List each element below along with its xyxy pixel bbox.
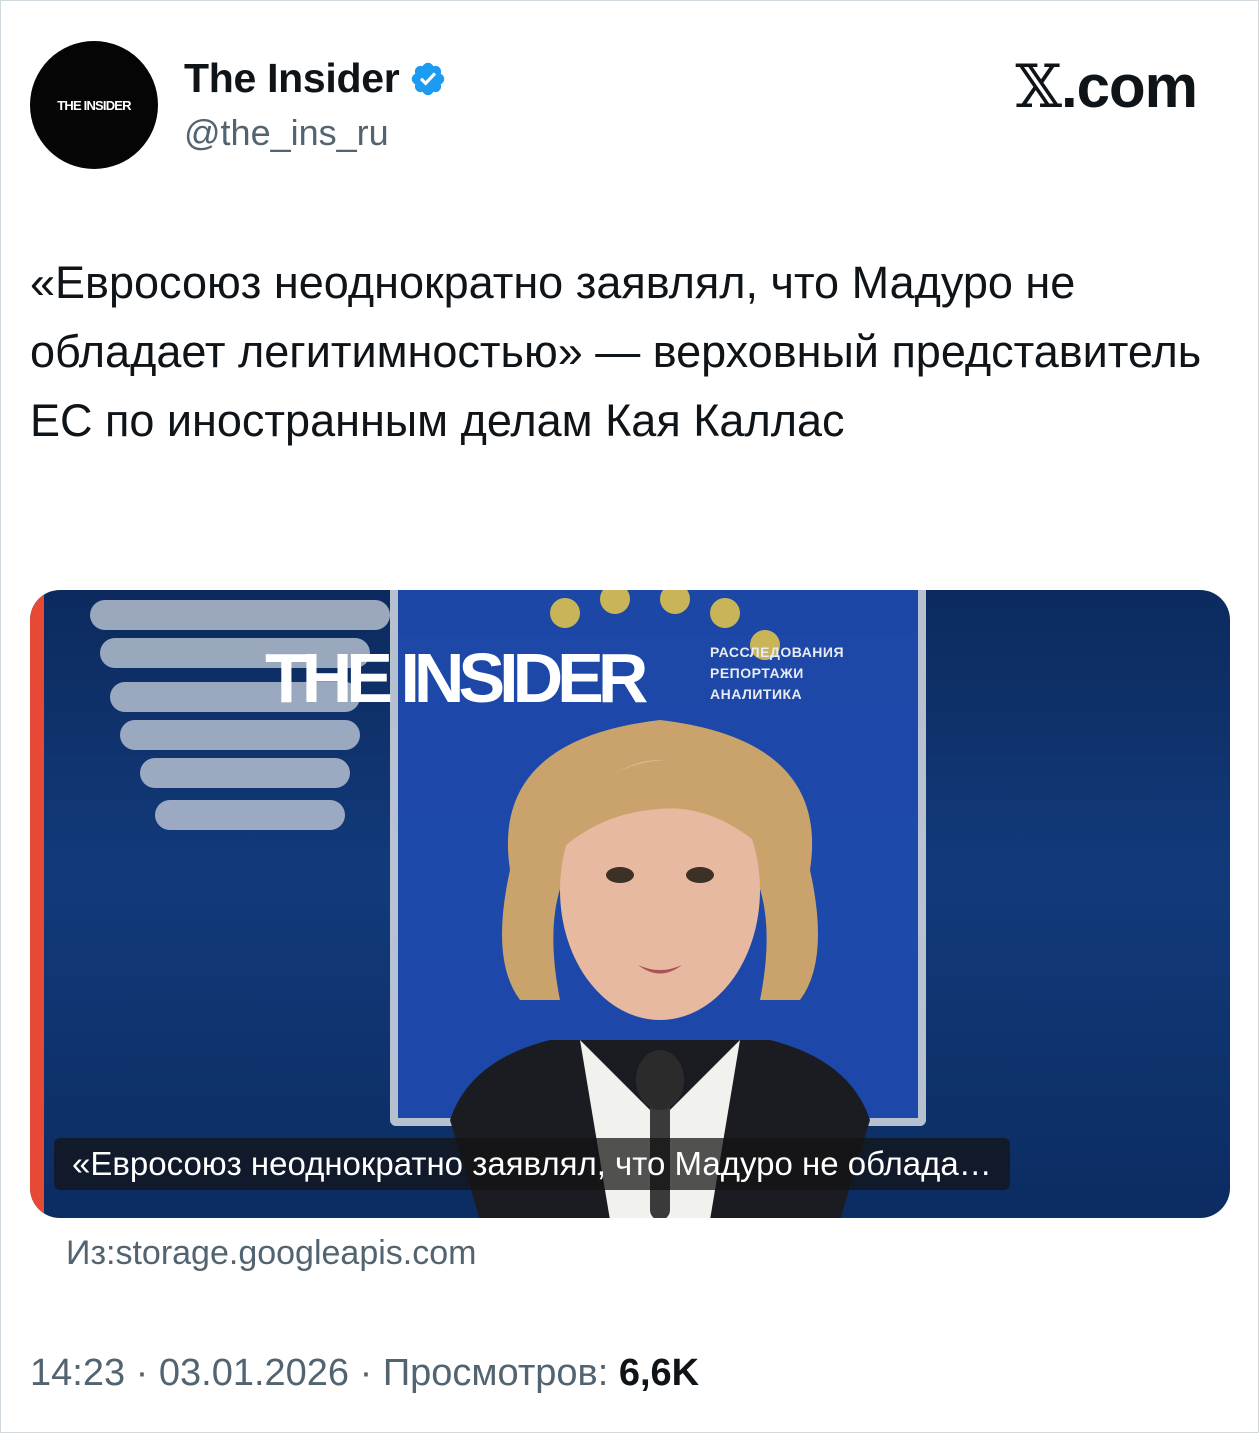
author-display-name[interactable]: The Insider xyxy=(184,55,400,102)
link-source[interactable]: Из:storage.googleapis.com xyxy=(66,1234,476,1273)
background-stripe xyxy=(140,758,350,788)
media-accent-bar xyxy=(30,590,44,1218)
views-count[interactable]: 6,6K xyxy=(619,1352,699,1394)
tweet-time[interactable]: 14:23 xyxy=(30,1352,125,1394)
tweet-date[interactable]: 03.01.2026 xyxy=(159,1352,349,1394)
views-label: Просмотров: xyxy=(382,1352,609,1394)
tagline-line: АНАЛИТИКА xyxy=(710,686,803,702)
media-card[interactable]: THE INSIDER РАССЛЕДОВАНИЯ РЕПОРТАЖИ АНАЛ… xyxy=(30,590,1230,1218)
media-tagline: РАССЛЕДОВАНИЯ РЕПОРТАЖИ АНАЛИТИКА xyxy=(710,642,844,705)
media-caption: «Евросоюз неоднократно заявлял, что Маду… xyxy=(54,1138,1010,1190)
author-name-row[interactable]: The Insider xyxy=(184,55,447,102)
flag-star-icon xyxy=(710,598,740,628)
media-brand-logo: THE INSIDER xyxy=(265,639,648,717)
background-stripe xyxy=(120,720,360,750)
avatar-text: THE INSIDER xyxy=(57,97,131,113)
tweet-text: «Евросоюз неоднократно заявлял, что Маду… xyxy=(30,257,1202,446)
meta-separator: · xyxy=(135,1352,159,1394)
background-stripe xyxy=(155,800,345,830)
flag-star-icon xyxy=(550,598,580,628)
tagline-line: РЕПОРТАЖИ xyxy=(710,665,804,681)
tweet-meta: 14:23 · 03.01.2026 · Просмотров: 6,6K xyxy=(30,1352,699,1395)
meta-separator: · xyxy=(359,1352,383,1394)
x-logo-icon: 𝕏 xyxy=(1015,52,1062,122)
avatar[interactable]: THE INSIDER xyxy=(30,41,158,169)
site-label: 𝕏.com xyxy=(1015,52,1198,122)
author-handle[interactable]: @the_ins_ru xyxy=(184,112,389,154)
background-stripe xyxy=(90,600,390,630)
verified-badge-icon xyxy=(412,62,445,95)
tagline-line: РАССЛЕДОВАНИЯ xyxy=(710,644,845,660)
site-label-text: .com xyxy=(1060,53,1198,120)
